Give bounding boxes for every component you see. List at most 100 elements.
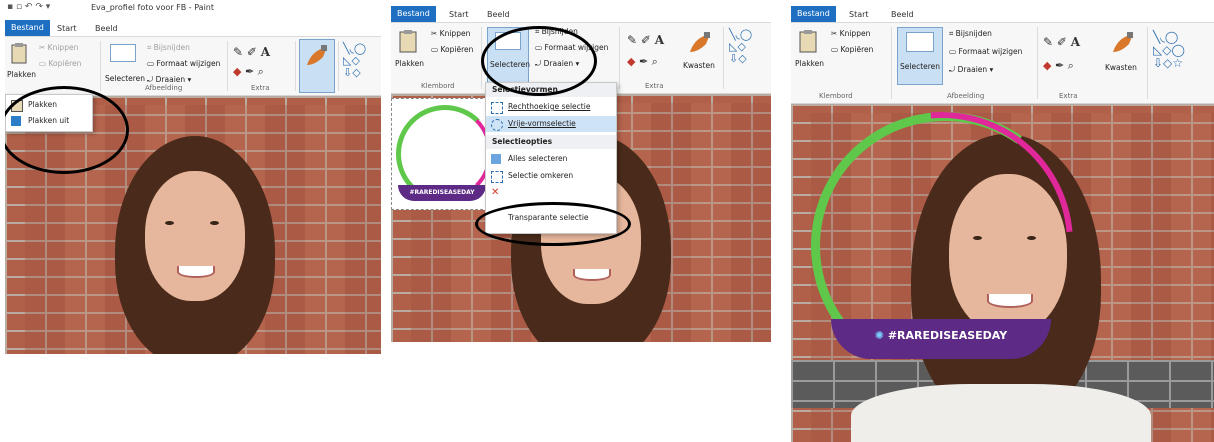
canvas-photo[interactable]: ✺ #RAREDISEASEDAY [791,104,1214,442]
shapes-icons[interactable]: ╲◟◯ ◺◇ ⇩◇ [729,29,752,65]
tab-view[interactable]: Beeld [481,8,516,21]
cut-button[interactable]: ✂ Knippen [39,43,78,52]
cut-label: Knippen [47,43,79,52]
clipboard-icon [799,30,817,53]
group-separator [891,27,892,99]
cut-label: Knippen [839,29,871,38]
delete-icon: ✕ [491,187,500,198]
menu-item-free-form-selection[interactable]: Vrije-vormselectie [486,116,616,132]
paste-button[interactable]: Plakken [7,40,36,90]
tab-start[interactable]: Start [843,8,875,21]
menu-item-select-all[interactable]: Alles selecteren [486,151,616,167]
panel-paste-menu: ▪ ▫ ↶ ↷ ▾ Eva_profiel foto voor FB - Pai… [5,0,381,354]
menu-item-rectangular-selection-label: Rechthoekige selectie [508,102,591,111]
paste-label: Plakken [7,70,36,79]
menu-item-invert-selection[interactable]: Selectie omkeren [486,168,616,184]
ribbon: Plakken ✂ Knippen ▭ Kopiëren Klembord Se… [791,23,1214,104]
tab-file[interactable]: Bestand [5,20,50,36]
tools-icons-2[interactable]: ◆ ✒ ⌕ [1043,59,1074,73]
paste-button[interactable]: Plakken [393,27,424,81]
tab-view[interactable]: Beeld [885,8,920,21]
menu-item-rectangular-selection[interactable]: Rechthoekige selectie [486,99,616,115]
copy-button[interactable]: ▭ Kopiëren [431,45,473,54]
group-separator [619,27,620,89]
group-separator [227,41,228,91]
panel-result: Bestand Start Beeld Plakken ✂ Knippen ▭ … [791,6,1214,442]
crop-button[interactable]: ⌗ Bijsnijden [147,43,190,53]
invert-selection-icon [491,171,503,183]
rotate-label: Draaien [957,65,988,74]
rotate-button[interactable]: ⤾ Draaien ▾ [949,65,993,75]
copy-button[interactable]: ▭ Kopiëren [831,45,873,54]
smile [177,266,215,278]
select-icon [906,32,934,52]
shapes-icons[interactable]: ╲◟◯ ◺◇◯ ⇩◇☆ [1153,31,1185,70]
select-button[interactable]: Selecteren [897,27,943,85]
tab-file[interactable]: Bestand [791,6,836,22]
group-separator [295,41,296,91]
brushes-button[interactable] [299,39,335,93]
paste-button[interactable]: Plakken [793,27,824,81]
highlight-ellipse-transparent [475,202,631,246]
ribbon-tabs: Bestand Start Beeld [391,6,771,23]
menu-item-free-form-selection-label: Vrije-vormselectie [508,119,576,128]
brushes-label: Kwasten [683,61,715,70]
crop-button[interactable]: ⌗ Bijsnijden [949,29,992,39]
resize-button[interactable]: ▭ Formaat wijzigen [147,59,220,68]
group-separator [1147,27,1148,99]
clipboard-icon [11,43,27,64]
pasted-frame[interactable]: #RAREDISEASEDAY [391,98,494,210]
tools-icons[interactable]: ✎ ✐ A [627,33,664,47]
select-label: Selecteren [105,74,146,83]
cut-label: Knippen [439,29,471,38]
resize-button[interactable]: ▭ Formaat wijzigen [949,47,1022,56]
smile [573,269,611,281]
menu-item-invert-selection-label: Selectie omkeren [508,171,574,180]
quick-access-icons[interactable]: ▪ ▫ ↶ ↷ ▾ [7,2,50,12]
menu-item-select-all-label: Alles selecteren [508,154,568,163]
group-separator [338,41,339,91]
paste-label: Plakken [395,59,424,68]
window-title: Eva_profiel foto voor FB - Paint [91,3,215,12]
tab-view[interactable]: Beeld [89,22,124,35]
brush-icon [307,45,327,65]
eye-right [210,221,219,225]
tab-file[interactable]: Bestand [391,6,436,22]
paste-label: Plakken [795,59,824,68]
face [145,171,245,301]
tools-icons-2[interactable]: ◆ ✒ ⌕ [627,55,658,69]
cut-button[interactable]: ✂ Knippen [431,29,470,38]
select-all-icon [491,154,501,164]
cut-button[interactable]: ✂ Knippen [831,29,870,38]
select-label: Selecteren [900,62,941,71]
image-group-label: Afbeelding [947,92,985,100]
shirt [851,384,1151,442]
copy-label: Kopiëren [48,59,82,68]
highlight-ellipse-select [481,26,597,96]
shapes-icons[interactable]: ╲◟◯ ◺◇ ⇩◇ [343,43,366,79]
brushes-button[interactable]: Kwasten [1105,27,1141,83]
menu-heading-selection-options: Selectieopties [486,135,616,149]
resize-label: Formaat wijzigen [156,59,221,68]
tools-icons[interactable]: ✎ ✐ A [1043,35,1080,49]
tab-start[interactable]: Start [51,22,83,35]
tab-start[interactable]: Start [443,8,475,21]
frame-banner-text: #RAREDISEASEDAY [887,329,1008,342]
title-bar: ▪ ▫ ↶ ↷ ▾ Eva_profiel foto voor FB - Pai… [5,0,381,16]
tools-group-label: Extra [645,82,664,90]
brushes-label: Kwasten [1105,63,1137,72]
brush-icon [690,32,710,52]
copy-button[interactable]: ▭ Kopiëren [39,59,81,68]
select-button[interactable]: Selecteren [105,40,145,90]
free-form-select-icon [491,119,503,131]
tools-group-label: Extra [1059,92,1078,100]
copy-label: Kopiëren [840,45,874,54]
brushes-button[interactable]: Kwasten [683,27,717,81]
group-separator [100,41,101,91]
group-separator [1037,27,1038,99]
menu-item-delete[interactable]: ✕ [486,185,616,201]
frame-banner-text: #RAREDISEASEDAY [409,189,475,196]
ribbon-tabs: Bestand Start Beeld [5,20,381,37]
tools-icons-2[interactable]: ◆ ✒ ⌕ [233,65,264,79]
tools-icons[interactable]: ✎ ✐ A [233,45,270,59]
